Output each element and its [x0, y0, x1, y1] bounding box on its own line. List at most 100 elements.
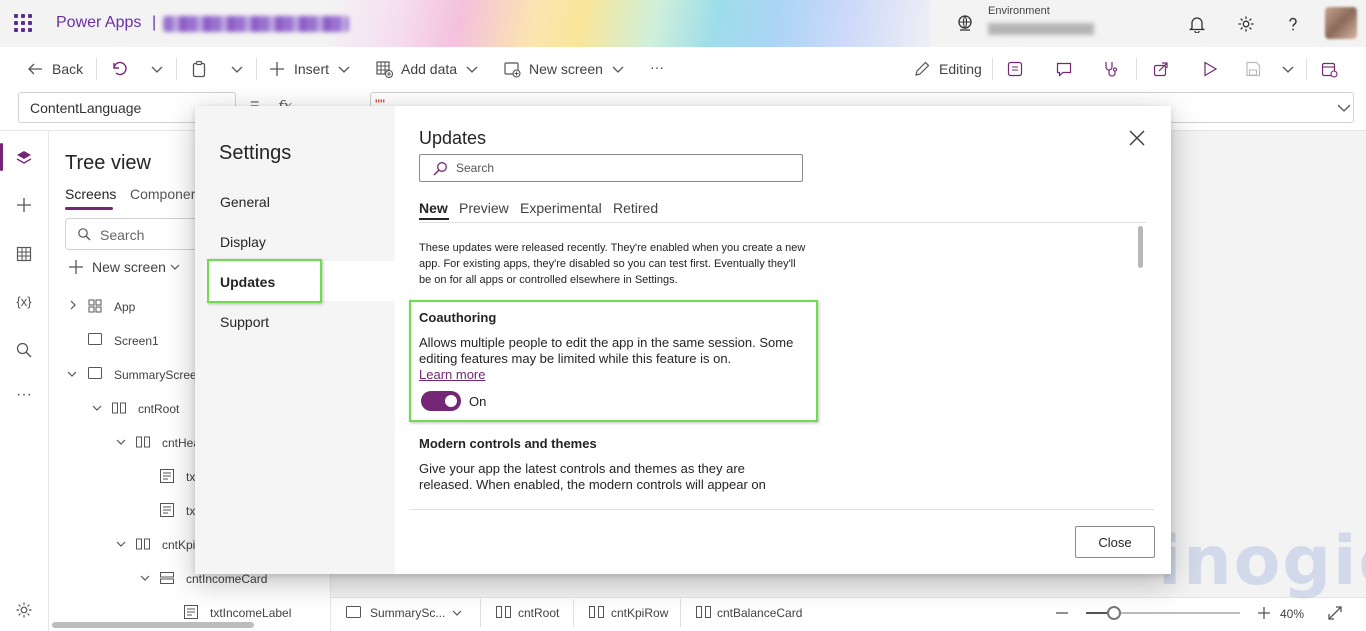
app-launcher-icon[interactable]: [14, 14, 32, 32]
save-dropdown[interactable]: [1281, 47, 1295, 91]
editing-mode-button[interactable]: Editing: [913, 47, 982, 91]
publish-button[interactable]: [1320, 47, 1338, 91]
notifications-icon[interactable]: [1186, 13, 1208, 35]
insert-button[interactable]: Insert: [268, 47, 351, 91]
rail-active-indicator: [0, 143, 3, 171]
container-icon: [496, 606, 511, 618]
add-data-button[interactable]: Add data: [375, 47, 479, 91]
comments-button[interactable]: [1055, 47, 1073, 91]
more-label: ···: [650, 59, 664, 75]
tree-node-txtincomelabel[interactable]: txtIncomeLabel: [210, 606, 291, 620]
container-icon: [112, 402, 126, 416]
chevron-down-icon[interactable]: [92, 403, 102, 413]
settings-nav-general[interactable]: General: [220, 194, 270, 210]
paste-dropdown[interactable]: [230, 47, 244, 91]
zoom-out-icon[interactable]: [1055, 606, 1069, 620]
tree-node-summary-screen[interactable]: SummaryScreen: [114, 368, 203, 382]
coauthoring-toggle[interactable]: [421, 391, 461, 411]
environment-name-redacted[interactable]: [988, 23, 1094, 35]
chevron-down-icon[interactable]: [67, 369, 77, 379]
zoom-in-icon[interactable]: [1257, 606, 1271, 620]
tree-view-title: Tree view: [65, 152, 151, 174]
fit-to-window-icon[interactable]: [1327, 605, 1343, 621]
variables-icon[interactable]: {x}: [13, 290, 35, 312]
tab-experimental[interactable]: Experimental: [520, 200, 602, 216]
tabs-divider: [419, 222, 1146, 223]
chevron-down-icon[interactable]: [116, 539, 126, 549]
tree-new-screen-button[interactable]: New screen: [92, 259, 166, 275]
notes-button[interactable]: [1006, 47, 1024, 91]
insert-plus-icon[interactable]: [13, 194, 35, 216]
breadcrumb-cntbalancecard[interactable]: cntBalanceCard: [717, 606, 802, 620]
pencil-icon: [915, 61, 930, 76]
screen-icon: [346, 606, 361, 618]
tab-screens[interactable]: Screens: [65, 186, 116, 202]
tree-node-tx[interactable]: tx: [186, 504, 195, 518]
undo-dropdown[interactable]: [150, 47, 164, 91]
chevron-down-icon: [338, 66, 350, 73]
app-checker-button[interactable]: [1102, 47, 1120, 91]
tree-node-tx[interactable]: tx: [186, 470, 195, 484]
editing-label: Editing: [939, 61, 982, 77]
bottom-status-bar: [331, 597, 1366, 631]
header-banner-decoration: [330, 0, 930, 47]
chevron-down-icon: [612, 66, 624, 73]
more-commands-button[interactable]: ···: [650, 45, 664, 89]
chevron-right-icon[interactable]: [68, 300, 78, 310]
share-button[interactable]: [1152, 47, 1170, 91]
arrow-left-icon: [28, 63, 42, 75]
breadcrumb-screen[interactable]: SummarySc...: [370, 606, 445, 620]
undo-button[interactable]: [110, 47, 128, 91]
app-name[interactable]: Power Apps: [56, 14, 141, 32]
tab-new[interactable]: New: [419, 200, 448, 216]
settings-nav-display[interactable]: Display: [220, 234, 266, 250]
tab-retired[interactable]: Retired: [613, 200, 658, 216]
chevron-down-icon[interactable]: [452, 608, 462, 618]
tree-node-cntkpi[interactable]: cntKpi: [162, 538, 195, 552]
data-table-icon[interactable]: [13, 243, 35, 265]
chevron-down-icon[interactable]: [116, 437, 126, 447]
settings-gear-icon[interactable]: [1235, 13, 1257, 35]
back-button[interactable]: Back: [26, 47, 83, 91]
share-icon: [1153, 62, 1168, 77]
zoom-slider-thumb[interactable]: [1107, 606, 1121, 620]
search-icon[interactable]: [13, 339, 35, 361]
settings-nav: [195, 106, 395, 574]
save-button[interactable]: [1244, 47, 1262, 91]
updates-search-input[interactable]: Search: [419, 154, 803, 182]
breadcrumb-cntroot[interactable]: cntRoot: [518, 606, 559, 620]
tab-components[interactable]: Componer: [130, 186, 195, 202]
settings-nav-support[interactable]: Support: [220, 314, 269, 330]
plus-icon: [270, 62, 284, 76]
tree-horizontal-scrollbar[interactable]: [52, 622, 254, 628]
environment-icon[interactable]: [956, 14, 974, 32]
breadcrumb-cntkpirow[interactable]: cntKpiRow: [611, 606, 668, 620]
user-avatar[interactable]: [1325, 7, 1357, 39]
screen-icon: [88, 333, 102, 347]
back-label: Back: [52, 61, 84, 77]
note-icon: [1007, 61, 1023, 77]
tree-node-cntroot[interactable]: cntRoot: [138, 402, 179, 416]
feature-modern-controls-description: Give your app the latest controls and th…: [419, 461, 766, 492]
learn-more-link[interactable]: Learn more: [419, 367, 485, 382]
help-icon[interactable]: [1282, 13, 1304, 35]
close-button[interactable]: Close: [1075, 526, 1155, 558]
settings-gear-icon[interactable]: [13, 599, 35, 621]
tree-node-cntincomecard[interactable]: cntIncomeCard: [186, 572, 267, 586]
expand-formula-icon[interactable]: [1336, 100, 1352, 116]
new-screen-button[interactable]: New screen: [503, 47, 625, 91]
plus-icon: [68, 259, 84, 275]
tab-preview[interactable]: Preview: [459, 200, 509, 216]
updates-scrollbar[interactable]: [1138, 226, 1143, 268]
more-options-icon[interactable]: ···: [13, 384, 35, 406]
tree-view-layers-icon[interactable]: [13, 147, 35, 169]
updates-description: These updates were released recently. Th…: [419, 242, 806, 286]
preview-play-button[interactable]: [1201, 47, 1219, 91]
close-icon[interactable]: [1127, 128, 1149, 150]
tree-node-app[interactable]: App: [114, 300, 135, 314]
tree-node-screen1[interactable]: Screen1: [114, 334, 159, 348]
text-label-icon: [160, 469, 174, 483]
tab-active-underline: [65, 207, 113, 210]
chevron-down-icon[interactable]: [140, 573, 150, 583]
paste-button[interactable]: [190, 47, 208, 91]
